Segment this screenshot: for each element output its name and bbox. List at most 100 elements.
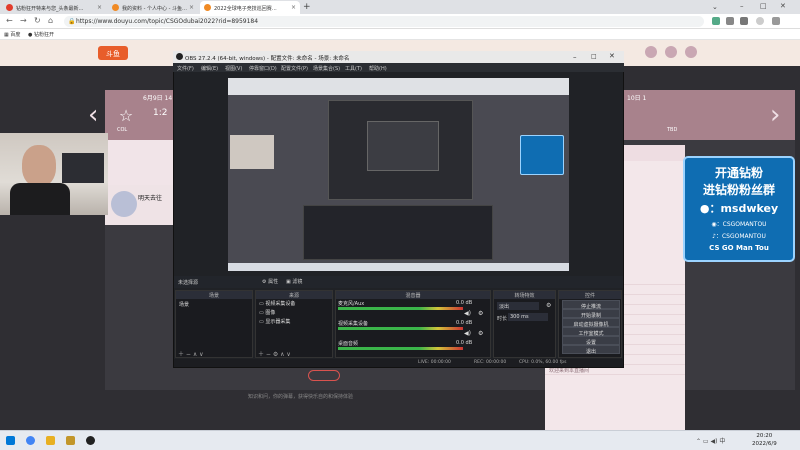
schedule-date: 6月9日 14 bbox=[143, 95, 173, 102]
recursive-preview-inner bbox=[367, 121, 439, 171]
source-item[interactable]: ▭ 显示器采集 bbox=[256, 317, 332, 326]
no-source-label: 未选择源 bbox=[178, 280, 199, 286]
chrome-icon[interactable] bbox=[26, 436, 35, 445]
filters-button[interactable]: ▣ 滤镜 bbox=[286, 278, 302, 285]
tab-2[interactable]: 我的资料 - 个人中心 - 斗鱼… × bbox=[108, 1, 198, 14]
team-right-name: TBD bbox=[667, 127, 678, 133]
mixer-panel: 混音器 麦克风/Aux 0.0 dB ◀) ⚙ 视频采集设备 0.0 dB ◀)… bbox=[335, 290, 491, 358]
folder-icon[interactable] bbox=[46, 436, 55, 445]
gear-icon[interactable]: ⚙ bbox=[478, 330, 483, 337]
menu-dots-icon[interactable] bbox=[772, 17, 780, 25]
speaker-icon[interactable]: ◀) bbox=[464, 330, 471, 337]
url-text: https://www.douyu.com/topic/CSGOdubai202… bbox=[76, 18, 259, 25]
reload-icon[interactable]: ↻ bbox=[34, 16, 41, 25]
menu-dock[interactable]: 停靠窗口(D) bbox=[249, 65, 277, 72]
back-icon[interactable]: ← bbox=[6, 16, 13, 25]
properties-button[interactable]: ⚙ 属性 bbox=[262, 278, 278, 285]
tab-favicon-icon bbox=[6, 4, 13, 11]
start-recording-button[interactable]: 开始录制 bbox=[562, 309, 620, 319]
user-avatar[interactable] bbox=[645, 46, 657, 58]
source-toolbar: 未选择源 ⚙ 属性 ▣ 滤镜 bbox=[174, 276, 623, 288]
sources-panel: 来源 ▭ 视频采集设备 ▭ 图像 ▭ 显示器采集 ＋ − ⚙ ∧ ∨ bbox=[255, 290, 333, 358]
maximize-window-icon[interactable]: □ bbox=[760, 2, 767, 10]
taskbar-clock[interactable]: 20:20 2022/6/9 bbox=[752, 432, 777, 448]
menu-tools[interactable]: 工具(T) bbox=[345, 65, 362, 72]
extension-icon[interactable] bbox=[712, 17, 720, 25]
sources-header: 来源 bbox=[256, 291, 332, 299]
extension-icon[interactable] bbox=[726, 17, 734, 25]
menu-file[interactable]: 文件(F) bbox=[177, 65, 194, 72]
source-item[interactable]: ▭ 图像 bbox=[256, 308, 332, 317]
url-input[interactable]: 🔒 https://www.douyu.com/topic/CSGOdubai2… bbox=[64, 16, 704, 27]
tab-close-icon[interactable]: × bbox=[291, 4, 296, 11]
tab-search-icon[interactable]: ⌄ bbox=[712, 3, 718, 11]
menu-profile[interactable]: 配置文件(P) bbox=[281, 65, 308, 72]
menu-view[interactable]: 视图(V) bbox=[225, 65, 242, 72]
tab-1[interactable]: 钻粉狂开特来与您_头条最新… × bbox=[2, 1, 106, 14]
robot-mascot bbox=[111, 191, 137, 217]
bookmark-item[interactable]: ● 钻粉狂开 bbox=[28, 31, 54, 38]
tab-close-icon[interactable]: × bbox=[97, 4, 102, 11]
download-icon[interactable] bbox=[685, 46, 697, 58]
speaker-icon[interactable]: ◀) bbox=[464, 310, 471, 317]
home-icon[interactable]: ⌂ bbox=[48, 16, 53, 25]
studio-mode-button[interactable]: 工作室模式 bbox=[562, 327, 620, 337]
scene-controls[interactable]: ＋ − ∧ ∨ bbox=[178, 349, 204, 358]
duration-input[interactable]: 300 ms bbox=[508, 313, 548, 321]
obs-logo-icon bbox=[176, 53, 183, 60]
new-tab-icon[interactable]: + bbox=[303, 2, 311, 12]
clock-time: 20:20 bbox=[756, 433, 773, 439]
person-shirt bbox=[10, 183, 70, 215]
schedule-prev-arrow[interactable]: ‹ bbox=[88, 100, 98, 130]
obs-titlebar: OBS 27.2.4 (64-bit, windows) - 配置文件: 未命名… bbox=[173, 51, 624, 63]
minimize-icon[interactable]: – bbox=[573, 53, 577, 61]
controls-header: 控件 bbox=[559, 291, 621, 299]
scenes-header: 场景 bbox=[176, 291, 252, 299]
page-action-button[interactable] bbox=[308, 370, 340, 381]
transition-gear-icon[interactable]: ⚙ bbox=[546, 302, 551, 309]
menu-scene-collection[interactable]: 场景集合(S) bbox=[313, 65, 340, 72]
settings-button[interactable]: 设置 bbox=[562, 336, 620, 346]
exit-button[interactable]: 退出 bbox=[562, 345, 620, 355]
profile-icon[interactable] bbox=[756, 17, 764, 25]
source-controls[interactable]: ＋ − ⚙ ∧ ∨ bbox=[258, 349, 291, 358]
obs-statusbar: LIVE: 00:00:00 REC: 00:00:00 CPU: 0.0%, … bbox=[174, 359, 623, 367]
mixer-header: 混音器 bbox=[336, 291, 490, 299]
minimize-window-icon[interactable]: – bbox=[740, 2, 744, 10]
menu-help[interactable]: 帮助(H) bbox=[369, 65, 387, 72]
status-cpu: CPU: 0.0%, 60.00 fps bbox=[519, 360, 567, 365]
preview-promo bbox=[520, 135, 564, 175]
stop-streaming-button[interactable]: 停止推流 bbox=[562, 300, 620, 310]
forward-icon[interactable]: → bbox=[20, 16, 27, 25]
person-face bbox=[22, 145, 56, 187]
lock-icon: 🔒 bbox=[68, 18, 76, 25]
transition-select[interactable]: 淡出 bbox=[497, 302, 539, 310]
app-icon[interactable] bbox=[66, 436, 75, 445]
site-logo[interactable]: 斗鱼 bbox=[98, 46, 128, 60]
history-icon[interactable] bbox=[665, 46, 677, 58]
promo-line2: 进钻粉粉丝群 bbox=[702, 183, 775, 197]
maximize-icon[interactable]: □ bbox=[591, 53, 597, 60]
mixer-track-name: 桌面音频 bbox=[338, 341, 359, 347]
scene-item[interactable]: 场景 bbox=[176, 299, 252, 310]
schedule-next-arrow[interactable]: › bbox=[770, 100, 780, 130]
close-icon[interactable]: ✕ bbox=[609, 52, 615, 60]
tab-label: 2022全球电子竞技巡回赛… bbox=[214, 6, 277, 12]
volume-meter bbox=[338, 347, 463, 350]
windows-taskbar bbox=[0, 430, 800, 450]
tray-icons[interactable]: ⌃ ▭ ◀) 中 bbox=[696, 436, 725, 445]
obs-taskbar-icon[interactable] bbox=[86, 436, 95, 445]
tab-close-icon[interactable]: × bbox=[189, 4, 194, 11]
gear-icon[interactable]: ⚙ bbox=[478, 310, 483, 317]
bookmark-item[interactable]: ▦ 百度 bbox=[4, 31, 20, 38]
virtual-camera-button[interactable]: 启动虚拟摄像机 bbox=[562, 318, 620, 328]
tab-3[interactable]: 2022全球电子竞技巡回赛… × bbox=[200, 1, 300, 14]
source-item[interactable]: ▭ 视频采集设备 bbox=[256, 299, 332, 308]
menu-edit[interactable]: 编辑(E) bbox=[201, 65, 218, 72]
mixer-track-name: 麦克风/Aux bbox=[338, 301, 365, 307]
clock-date: 2022/6/9 bbox=[752, 441, 777, 447]
close-window-icon[interactable]: ✕ bbox=[780, 2, 786, 10]
puzzle-icon[interactable] bbox=[740, 17, 748, 25]
bookmarks-bar: ▦ 百度 ● 钻粉狂开 bbox=[0, 29, 800, 40]
start-icon[interactable] bbox=[6, 436, 15, 445]
